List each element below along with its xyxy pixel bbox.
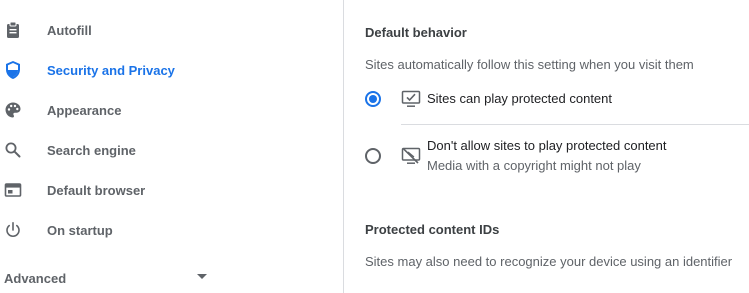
chevron-down-icon bbox=[197, 274, 207, 279]
radio-block-protected-content[interactable] bbox=[365, 148, 381, 164]
option-sublabel: Media with a copyright might not play bbox=[427, 158, 641, 173]
settings-main-content: Default behavior Sites automatically fol… bbox=[345, 0, 749, 293]
clipboard-icon bbox=[3, 20, 23, 40]
default-behavior-description: Sites automatically follow this setting … bbox=[365, 57, 694, 72]
monitor-blocked-icon bbox=[401, 147, 421, 165]
sidebar-item-on-startup[interactable]: On startup bbox=[0, 210, 343, 250]
sidebar-item-appearance[interactable]: Appearance bbox=[0, 90, 343, 130]
search-icon bbox=[3, 140, 23, 160]
option-divider bbox=[401, 124, 749, 125]
shield-icon bbox=[3, 60, 23, 80]
sidebar-item-label: Appearance bbox=[47, 102, 122, 118]
option-block-protected-content[interactable]: Don't allow sites to play protected cont… bbox=[345, 130, 749, 180]
sidebar-item-label: On startup bbox=[47, 222, 113, 238]
settings-sidebar: Autofill Security and Privacy Appearance bbox=[0, 0, 344, 293]
power-icon bbox=[3, 220, 23, 240]
palette-icon bbox=[3, 100, 23, 120]
option-label: Sites can play protected content bbox=[427, 91, 613, 106]
option-label: Don't allow sites to play protected cont… bbox=[427, 138, 667, 153]
sidebar-item-label: Security and Privacy bbox=[47, 62, 175, 78]
sidebar-item-label: Search engine bbox=[47, 142, 136, 158]
option-allow-protected-content[interactable]: Sites can play protected content bbox=[345, 82, 749, 118]
sidebar-item-label: Default browser bbox=[47, 182, 146, 198]
advanced-label: Advanced bbox=[4, 270, 67, 286]
radio-allow-protected-content[interactable] bbox=[365, 91, 381, 107]
protected-content-ids-heading: Protected content IDs bbox=[365, 222, 500, 237]
default-behavior-heading: Default behavior bbox=[365, 25, 467, 40]
sidebar-item-security-and-privacy[interactable]: Security and Privacy bbox=[0, 50, 343, 90]
sidebar-item-autofill[interactable]: Autofill bbox=[0, 10, 343, 50]
monitor-check-icon bbox=[401, 90, 421, 108]
sidebar-item-default-browser[interactable]: Default browser bbox=[0, 170, 343, 210]
browser-icon bbox=[3, 180, 23, 200]
advanced-section-toggle[interactable]: Advanced bbox=[0, 264, 343, 292]
protected-content-ids-description: Sites may also need to recognize your de… bbox=[365, 254, 733, 269]
sidebar-item-search-engine[interactable]: Search engine bbox=[0, 130, 343, 170]
sidebar-item-label: Autofill bbox=[47, 22, 92, 38]
